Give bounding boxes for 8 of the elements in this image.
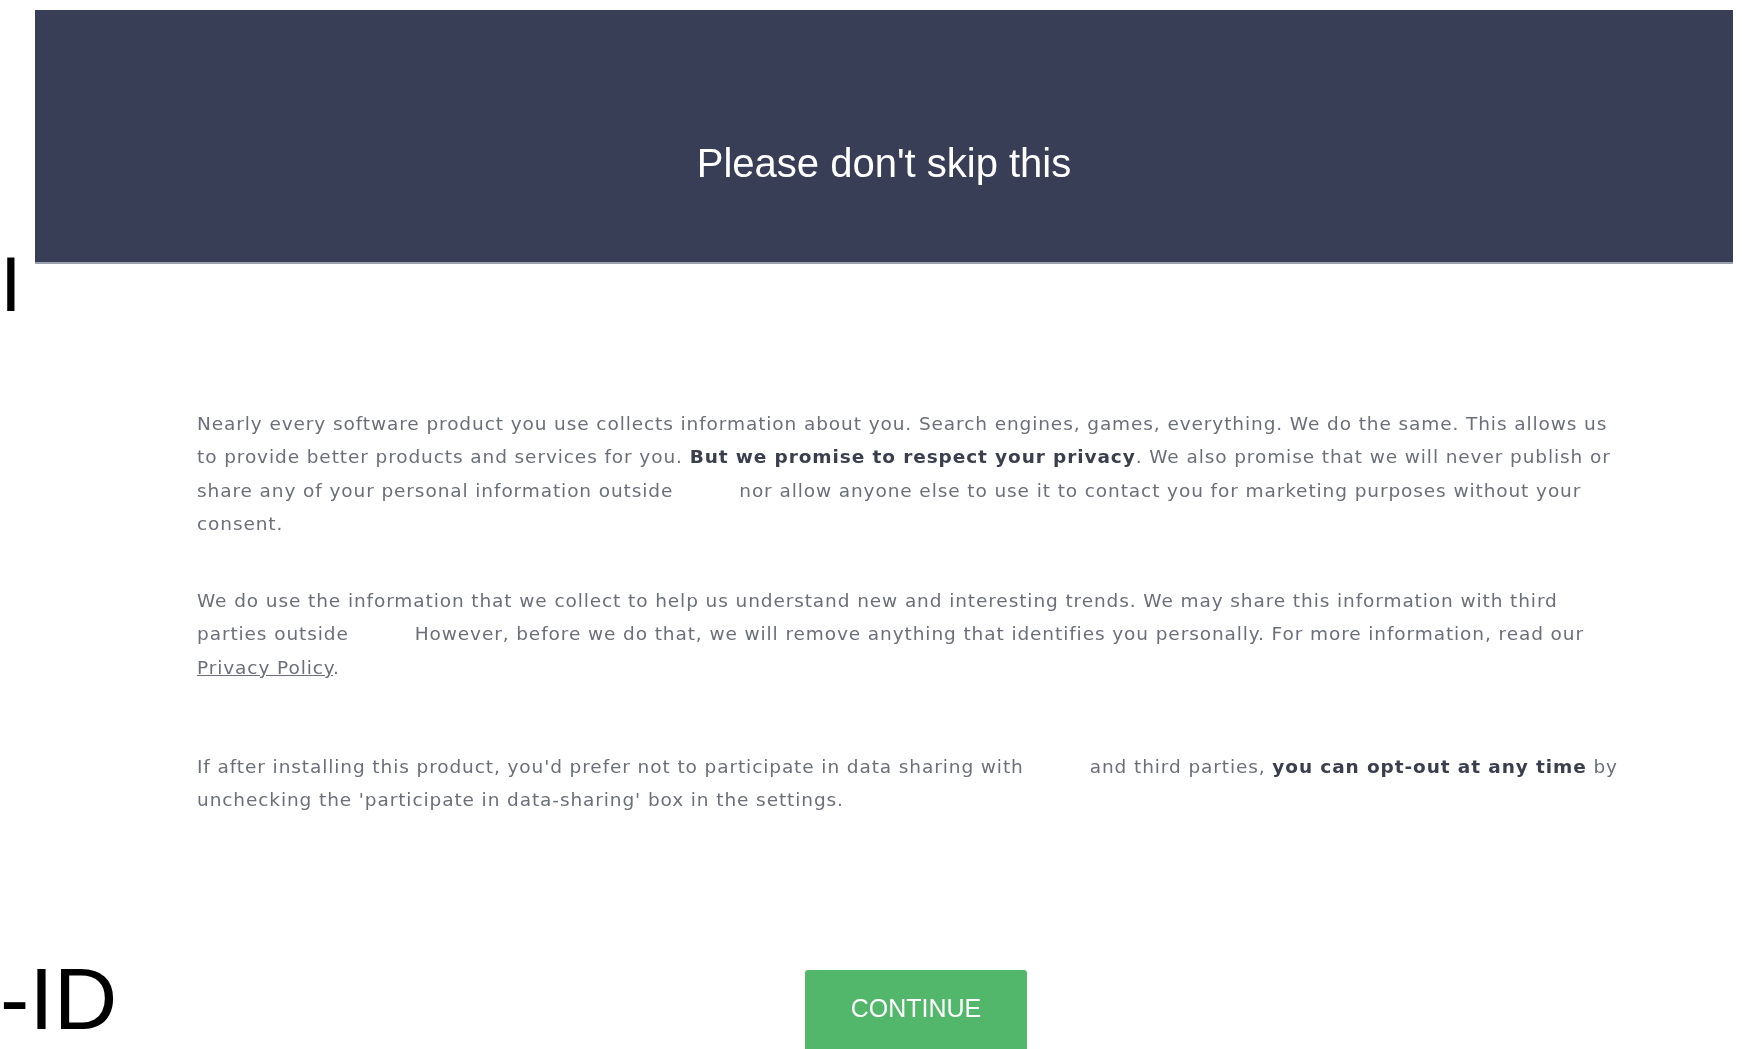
consent-paragraph: Nearly every software product you use collects information about you. Search engines, games, everything. We do the same. This allows us to provide better products and services for you. But we promise to respect your privacy. We also promise that we will never publish or share any of your personal information outside nor allow anyone else to use it to contact you for marketing purposes without your consent. [197, 412, 1612, 536]
continue-button[interactable]: CONTINUE [805, 970, 1027, 1049]
edge-text: I [0, 245, 22, 323]
dialog-title: Please don't skip this [696, 141, 1072, 186]
privacy-policy-link[interactable]: Privacy Policy [197, 656, 334, 678]
edge-text: -ID [0, 955, 118, 1043]
consent-paragraph: We do use the information that we collect to help us understand new and interesting trends. We may share this information with third parties outside However, before we do that, we will remove anything that identifies you personally. For more information, read our Privacy Policy. [197, 589, 1585, 680]
consent-paragraph: If after installing this product, you'd prefer not to participate in data sharing with and third parties, you can opt-out at any time by unchecking the 'participate in data-sharing' box in the settings. [197, 755, 1619, 813]
